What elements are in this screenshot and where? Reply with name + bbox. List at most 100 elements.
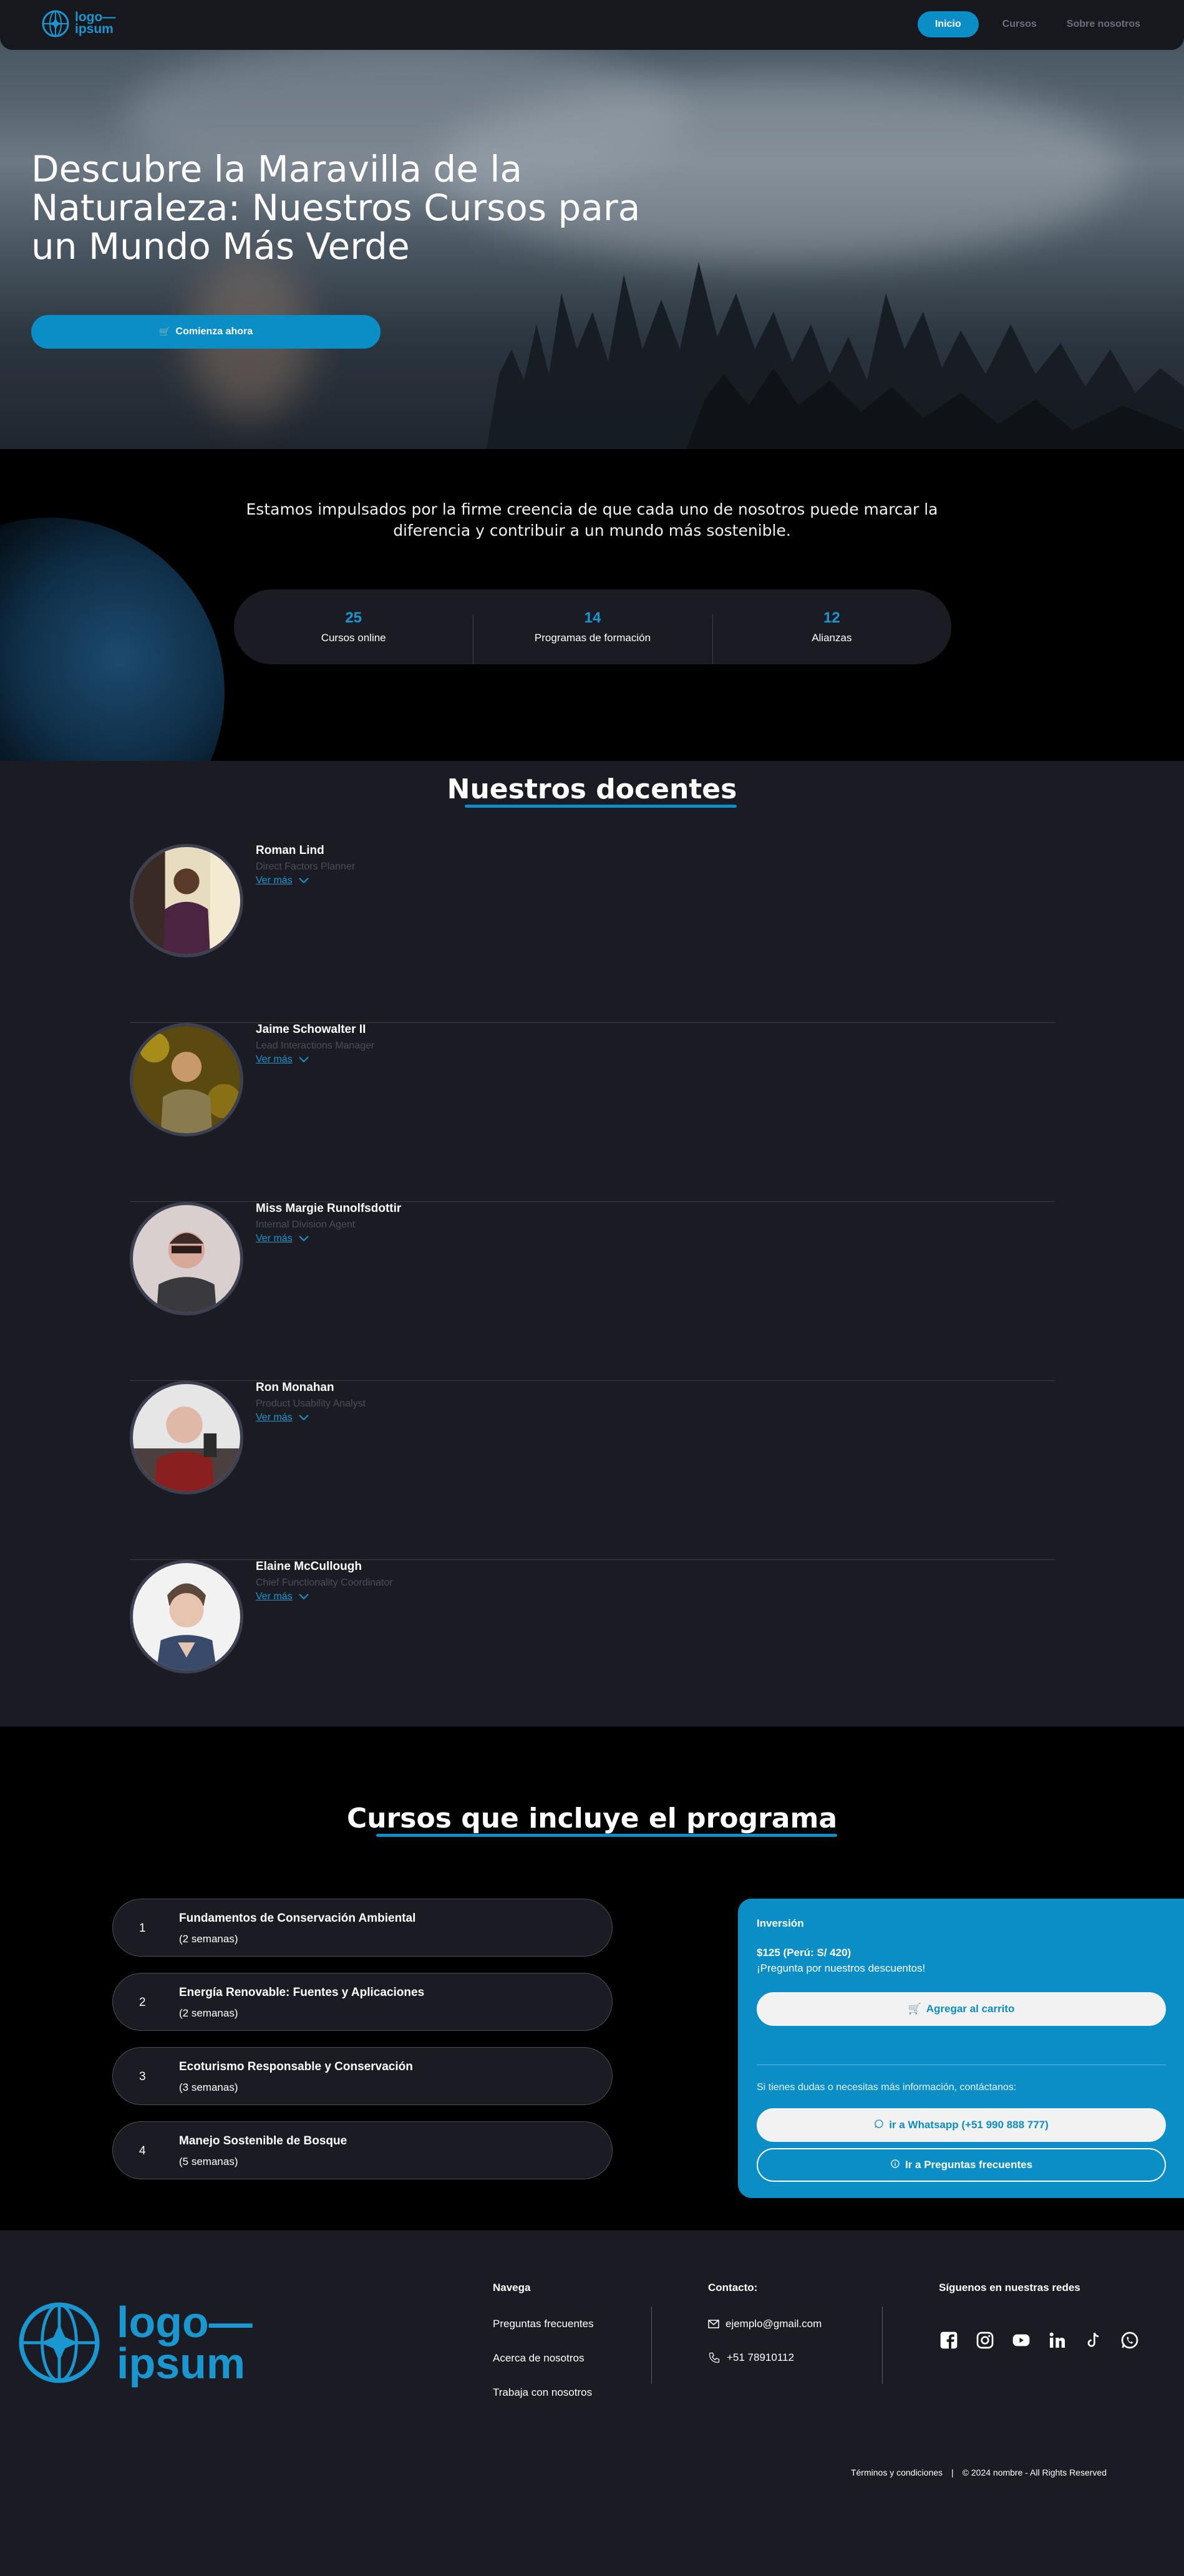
whatsapp-button[interactable]: ir a Whatsapp (+51 990 888 777) — [757, 2108, 1166, 2142]
teacher-role: Chief Functionality Coordinator — [256, 1577, 393, 1588]
info-icon — [890, 2159, 900, 2172]
faq-link[interactable]: Preguntas frecuentes — [493, 2318, 594, 2330]
see-more-label: Ver más — [256, 1054, 293, 1065]
tiktok-icon[interactable] — [1084, 2330, 1104, 2350]
about-link[interactable]: Acerca de nosotros — [493, 2352, 584, 2365]
linkedin-icon[interactable] — [1047, 2330, 1067, 2350]
chevron-down-icon — [298, 878, 309, 884]
mission-section: Estamos impulsados por la firme creencia… — [0, 449, 1184, 761]
teacher-name: Jaime Schowalter II — [256, 1023, 366, 1036]
stat-online-courses: 25 Cursos online — [234, 589, 473, 664]
see-more-link[interactable]: Ver más — [256, 1412, 309, 1423]
footer-phone[interactable]: +51 78910112 — [708, 2351, 794, 2364]
chevron-down-icon — [298, 1594, 309, 1600]
teacher-name: Ron Monahan — [256, 1381, 334, 1394]
teacher-role: Product Usability Analyst — [256, 1398, 366, 1409]
courses-title-text: Cursos que incluye el programa — [346, 1803, 838, 1837]
course-title: Ecoturismo Responsable y Conservación — [179, 2060, 413, 2073]
see-more-label: Ver más — [256, 875, 293, 886]
youtube-icon[interactable] — [1011, 2330, 1031, 2350]
course-item[interactable]: 2 Energía Renovable: Fuentes y Aplicacio… — [112, 1973, 613, 2031]
footer-social-heading: Síguenos en nuestras redes — [939, 2282, 1080, 2293]
see-more-link[interactable]: Ver más — [256, 1591, 309, 1602]
see-more-link[interactable]: Ver más — [256, 1233, 309, 1244]
email-text: ejemplo@gmail.com — [725, 2318, 822, 2330]
teacher-card: Miss Margie Runolfsdottir Internal Divis… — [130, 1202, 1055, 1381]
teacher-info: Ron Monahan Product Usability Analyst Ve… — [256, 1381, 366, 1423]
whatsapp-icon — [874, 2119, 884, 2132]
see-more-link[interactable]: Ver más — [256, 875, 309, 886]
teacher-role: Lead Interactions Manager — [256, 1040, 375, 1051]
see-more-link[interactable]: Ver más — [256, 1054, 309, 1065]
instagram-icon[interactable] — [975, 2330, 995, 2350]
top-navbar: logo— ipsum Inicio Cursos Sobre nosotros — [0, 0, 1184, 50]
stat-alliances: 12 Alianzas — [712, 589, 951, 664]
stat-label: Programas de formación — [534, 632, 651, 644]
faq-button[interactable]: Ir a Preguntas frecuentes — [757, 2148, 1166, 2182]
cart-icon: 🛒 — [158, 327, 171, 337]
nav-home-button[interactable]: Inicio — [917, 11, 979, 37]
teacher-role: Internal Division Agent — [256, 1219, 356, 1230]
footer-nav-heading: Navega — [493, 2282, 531, 2293]
stat-label: Alianzas — [812, 632, 852, 644]
add-to-cart-button[interactable]: 🛒 Agregar al carrito — [757, 1992, 1166, 2026]
course-item[interactable]: 3 Ecoturismo Responsable y Conservación … — [112, 2047, 613, 2105]
teacher-card: Jaime Schowalter II Lead Interactions Ma… — [130, 1023, 1055, 1202]
course-duration: (2 semanas) — [179, 1933, 238, 1945]
teacher-info: Jaime Schowalter II Lead Interactions Ma… — [256, 1023, 374, 1065]
terms-link[interactable]: Términos y condiciones — [851, 2467, 943, 2477]
stat-value: 25 — [345, 609, 362, 626]
teacher-avatar — [130, 1560, 243, 1673]
teacher-info: Miss Margie Runolfsdottir Internal Divis… — [256, 1202, 401, 1244]
hero-title: Descubre la Maravilla de la Naturaleza: … — [31, 148, 641, 268]
planet-glow — [0, 518, 225, 761]
course-item[interactable]: 4 Manejo Sostenible de Bosque (5 semanas… — [112, 2121, 613, 2179]
course-number: 4 — [139, 2144, 146, 2157]
whatsapp-icon[interactable] — [1120, 2330, 1140, 2350]
see-more-label: Ver más — [256, 1591, 293, 1602]
mail-icon — [708, 2320, 719, 2328]
nav-about-link[interactable]: Sobre nosotros — [1060, 11, 1147, 37]
teacher-name: Miss Margie Runolfsdottir — [256, 1202, 402, 1215]
facebook-icon[interactable] — [939, 2330, 959, 2350]
investment-heading: Inversión — [757, 1917, 804, 1929]
start-now-button[interactable]: 🛒 Comienza ahora — [31, 315, 381, 349]
nav-courses-link[interactable]: Cursos — [996, 11, 1043, 37]
course-title: Fundamentos de Conservación Ambiental — [179, 1912, 416, 1925]
copyright-text: © 2024 nombre - All Rights Reserved — [962, 2467, 1107, 2477]
teacher-avatar — [130, 844, 243, 957]
teachers-title-text: Nuestros docentes — [447, 773, 737, 808]
course-number: 2 — [139, 1995, 146, 2009]
logo-wordmark: logo— ipsum — [75, 10, 116, 36]
stat-label: Cursos online — [321, 632, 386, 644]
faq-label: Ir a Preguntas frecuentes — [905, 2159, 1033, 2171]
footer-email[interactable]: ejemplo@gmail.com — [708, 2318, 822, 2330]
legal-separator: | — [951, 2467, 954, 2477]
course-duration: (3 semanas) — [179, 2081, 238, 2093]
course-item[interactable]: 1 Fundamentos de Conservación Ambiental … — [112, 1899, 613, 1957]
investment-panel: Inversión $125 (Perú: S/ 420) ¡Pregunta … — [738, 1899, 1184, 2198]
courses-section: Cursos que incluye el programa 1 Fundame… — [0, 1726, 1184, 2230]
footer-contact-heading: Contacto: — [708, 2282, 758, 2293]
globe-logo-icon — [42, 10, 69, 37]
globe-logo-icon — [19, 2302, 100, 2383]
stat-training-programs: 14 Programas de formación — [473, 589, 712, 664]
teacher-role: Direct Factors Planner — [256, 861, 356, 872]
chevron-down-icon — [298, 1236, 309, 1242]
site-logo[interactable]: logo— ipsum — [41, 9, 115, 38]
teacher-avatar — [130, 1381, 243, 1494]
teachers-section: Nuestros docentes Roman Lind Direct Fact… — [0, 761, 1184, 1739]
work-with-us-link[interactable]: Trabaja con nosotros — [493, 2386, 592, 2399]
teacher-card: Elaine McCullough Chief Functionality Co… — [130, 1560, 1055, 1739]
see-more-label: Ver más — [256, 1233, 293, 1244]
stat-value: 12 — [823, 609, 840, 626]
course-duration: (2 semanas) — [179, 2007, 238, 2019]
course-number: 1 — [139, 1921, 146, 1935]
main-menu: Inicio Cursos Sobre nosotros — [917, 11, 1147, 37]
teachers-title: Nuestros docentes — [0, 773, 1184, 808]
teacher-name: Roman Lind — [256, 844, 324, 857]
course-title: Manejo Sostenible de Bosque — [179, 2134, 347, 2147]
footer-logo[interactable]: logo— ipsum — [16, 2299, 253, 2386]
cart-icon: 🛒 — [908, 2003, 921, 2015]
teacher-info: Roman Lind Direct Factors Planner Ver má… — [256, 844, 355, 886]
